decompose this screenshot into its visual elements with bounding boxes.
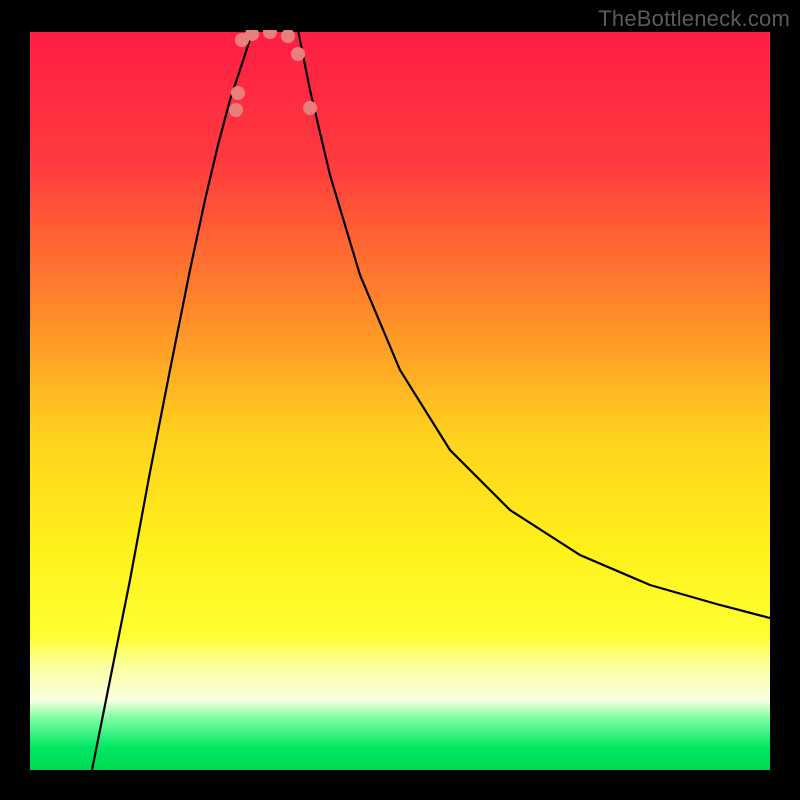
dot-right-upper — [303, 101, 317, 115]
plot-area — [30, 30, 770, 770]
chart-svg — [30, 30, 770, 770]
dot-left-upper — [229, 103, 243, 117]
watermark-text: TheBottleneck.com — [598, 6, 790, 32]
outer-frame: TheBottleneck.com — [0, 0, 800, 800]
dot-left-lower — [231, 86, 245, 100]
dot-right-lower — [291, 47, 305, 61]
gradient-background — [30, 30, 770, 770]
